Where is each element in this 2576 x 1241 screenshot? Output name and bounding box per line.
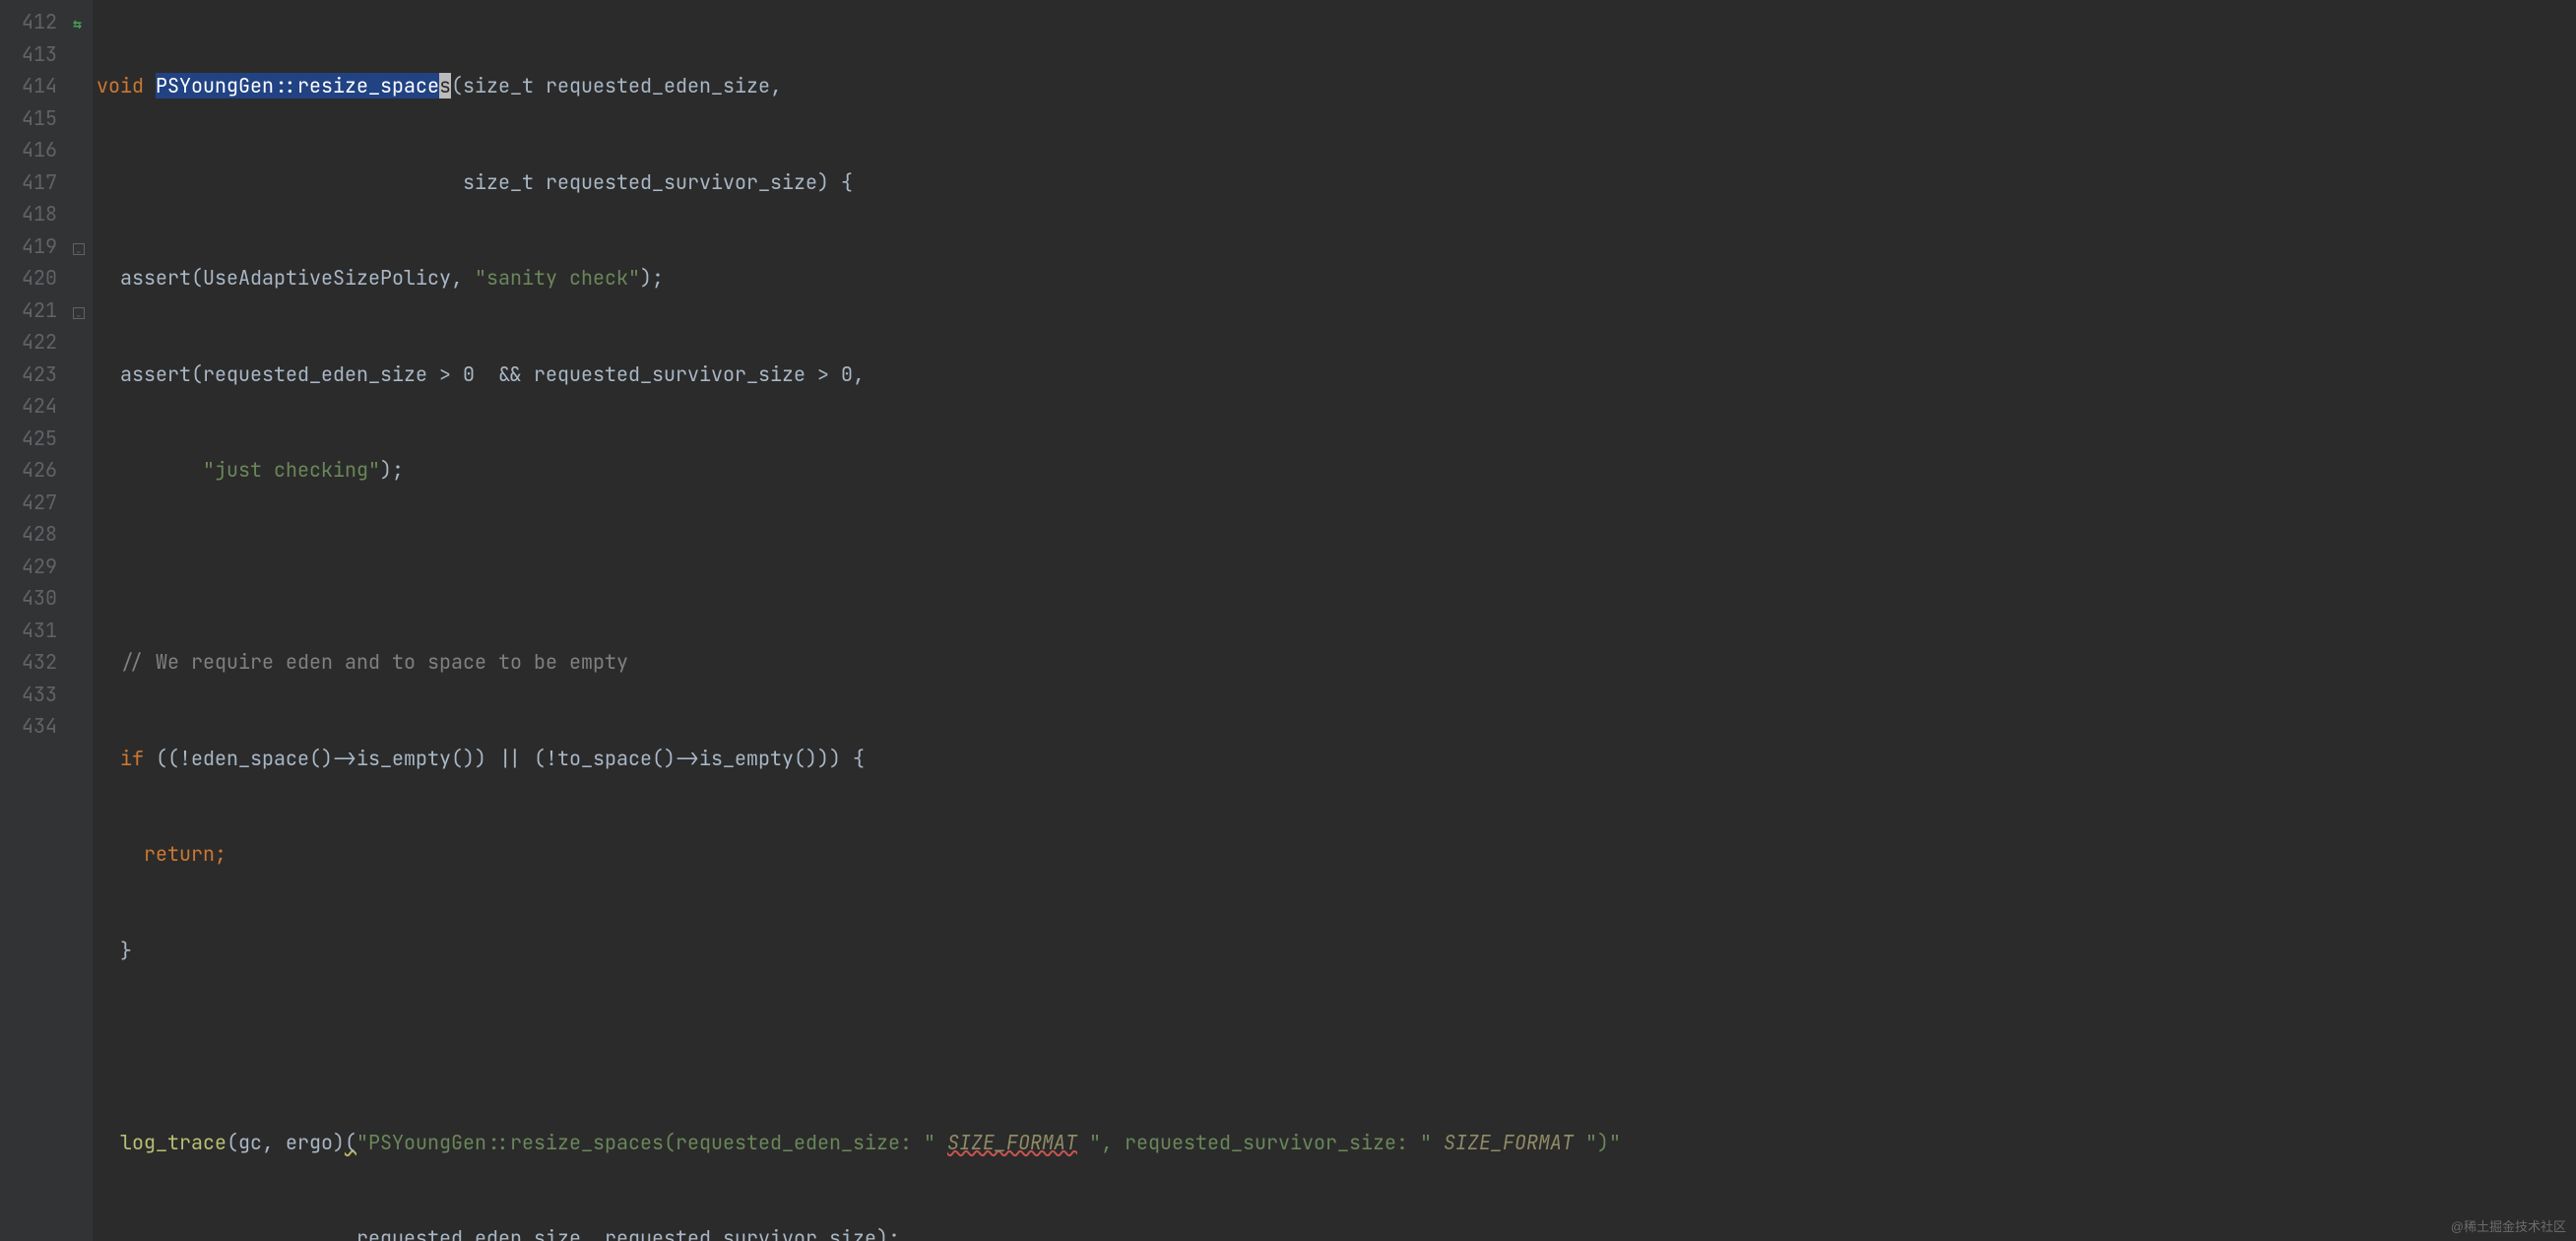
warning-wavy: ( bbox=[345, 1130, 356, 1155]
line-number: 420 bbox=[0, 262, 57, 294]
line-number: 423 bbox=[0, 359, 57, 391]
line-number: 416 bbox=[0, 134, 57, 166]
watermark-text: @稀土掘金技术社区 bbox=[2451, 1216, 2566, 1235]
line-number: 428 bbox=[0, 518, 57, 551]
code-text: , bbox=[853, 361, 865, 387]
line-number: 412 bbox=[0, 6, 57, 38]
comment: // We require eden and to space to be em… bbox=[97, 649, 628, 675]
code-line[interactable]: size_t requested_survivor_size) { bbox=[97, 166, 2576, 199]
code-text bbox=[97, 1130, 120, 1155]
code-text bbox=[1077, 1130, 1089, 1155]
line-number: 425 bbox=[0, 423, 57, 455]
line-number: 434 bbox=[0, 710, 57, 743]
code-text bbox=[1432, 1130, 1444, 1155]
code-line[interactable]: // We require eden and to space to be em… bbox=[97, 646, 2576, 679]
code-text bbox=[97, 457, 203, 483]
keyword-void: void bbox=[97, 73, 156, 98]
code-line[interactable] bbox=[97, 551, 2576, 583]
code-text: ((!eden_space()->is_empty()) || (!to_spa… bbox=[144, 746, 865, 771]
code-text: (size_t requested_eden_size, bbox=[451, 73, 782, 98]
code-text: (gc, ergo) bbox=[226, 1130, 345, 1155]
code-line[interactable]: assert(UseAdaptiveSizePolicy, "sanity ch… bbox=[97, 262, 2576, 294]
text-selection: PSYoungGen::resize_space bbox=[156, 73, 439, 98]
code-line[interactable]: void PSYoungGen::resize_spaces(size_t re… bbox=[97, 70, 2576, 102]
code-line[interactable]: return; bbox=[97, 838, 2576, 871]
fold-collapse-icon[interactable] bbox=[73, 243, 85, 255]
macro-identifier: SIZE_FORMAT bbox=[1444, 1130, 1574, 1155]
string-literal: "sanity check" bbox=[475, 265, 640, 291]
line-number: 414 bbox=[0, 70, 57, 102]
code-line[interactable]: } bbox=[97, 935, 2576, 967]
line-number: 429 bbox=[0, 551, 57, 583]
code-text: size_t requested_survivor_size) { bbox=[97, 169, 853, 195]
code-text: ; bbox=[215, 841, 226, 867]
function-call: log_trace bbox=[120, 1130, 226, 1155]
line-number: 417 bbox=[0, 166, 57, 199]
number-literal: 0 bbox=[841, 361, 853, 387]
gutter-icon-column: ⇆ bbox=[69, 0, 93, 1241]
code-text: && requested_survivor_size > bbox=[475, 361, 841, 387]
code-line[interactable]: "just checking"); bbox=[97, 454, 2576, 487]
line-number: 430 bbox=[0, 582, 57, 615]
code-line[interactable] bbox=[97, 1030, 2576, 1063]
string-literal: ")" bbox=[1585, 1130, 1621, 1155]
line-number: 432 bbox=[0, 646, 57, 679]
string-literal: ", requested_survivor_size: " bbox=[1089, 1130, 1432, 1155]
line-number: 433 bbox=[0, 679, 57, 711]
line-number: 413 bbox=[0, 38, 57, 71]
keyword-return: return bbox=[97, 841, 215, 867]
line-number-gutter: 412 413 414 415 416 417 418 419 420 421 … bbox=[0, 0, 69, 1241]
line-number: 415 bbox=[0, 102, 57, 135]
code-text: } bbox=[97, 938, 132, 963]
line-number: 427 bbox=[0, 487, 57, 519]
code-line[interactable]: log_trace(gc, ergo)("PSYoungGen::resize_… bbox=[97, 1127, 2576, 1159]
line-number: 424 bbox=[0, 390, 57, 423]
line-number: 422 bbox=[0, 326, 57, 359]
line-number: 431 bbox=[0, 615, 57, 647]
code-text: ); bbox=[640, 265, 664, 291]
line-number: 419 bbox=[0, 230, 57, 263]
number-literal: 0 bbox=[463, 361, 475, 387]
code-line[interactable]: if ((!eden_space()->is_empty()) || (!to_… bbox=[97, 743, 2576, 775]
code-text bbox=[97, 746, 120, 771]
line-number: 418 bbox=[0, 198, 57, 230]
code-line[interactable]: assert(requested_eden_size > 0 && reques… bbox=[97, 359, 2576, 391]
line-number: 426 bbox=[0, 454, 57, 487]
code-text: requested_eden_size, requested_survivor_… bbox=[97, 1225, 900, 1241]
string-literal: "PSYoungGen::resize_spaces(requested_ede… bbox=[356, 1130, 935, 1155]
text-cursor: s bbox=[439, 73, 451, 98]
code-text: assert(requested_eden_size > bbox=[97, 361, 463, 387]
code-text: ); bbox=[380, 457, 404, 483]
code-text bbox=[1574, 1130, 1585, 1155]
code-line[interactable]: requested_eden_size, requested_survivor_… bbox=[97, 1222, 2576, 1241]
line-number: 421 bbox=[0, 294, 57, 327]
code-text bbox=[935, 1130, 947, 1155]
code-editor[interactable]: 412 413 414 415 416 417 418 419 420 421 … bbox=[0, 0, 2576, 1241]
macro-identifier: SIZE_FORMAT bbox=[947, 1130, 1077, 1155]
string-literal: "just checking" bbox=[203, 457, 380, 483]
fold-collapse-icon[interactable] bbox=[73, 307, 85, 319]
keyword-if: if bbox=[120, 746, 144, 771]
git-change-icon[interactable]: ⇆ bbox=[73, 8, 82, 40]
code-area[interactable]: void PSYoungGen::resize_spaces(size_t re… bbox=[93, 0, 2576, 1241]
code-text: assert(UseAdaptiveSizePolicy, bbox=[97, 265, 475, 291]
